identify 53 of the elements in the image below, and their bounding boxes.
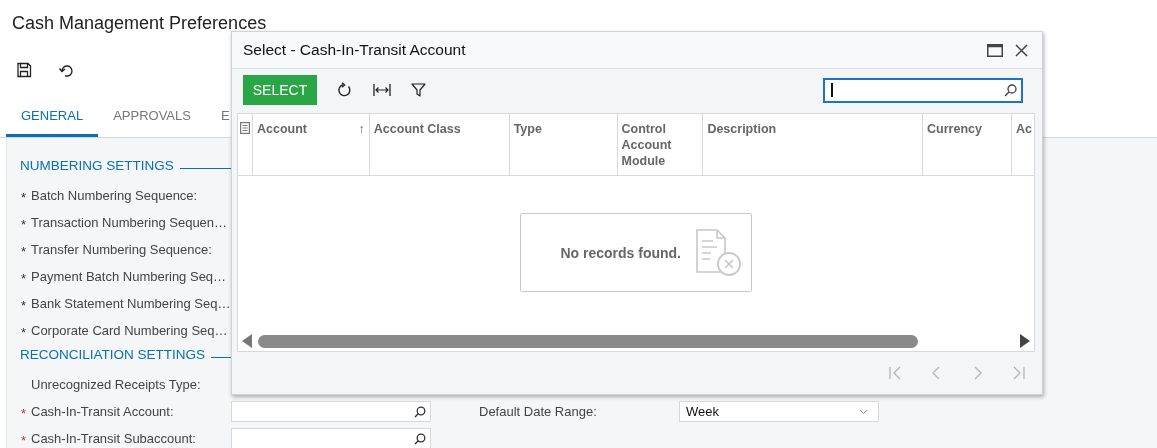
required-marker: * [21,216,28,231]
field-label: Transfer Numbering Sequence: [31,242,212,257]
dropdown-field[interactable]: Week [679,401,879,422]
dialog-title: Select - Cash-In-Transit Account [243,41,466,59]
search-icon [414,432,426,445]
field-label: Default Date Range: [479,404,598,419]
fit-columns-icon[interactable] [373,82,391,98]
scroll-left-icon[interactable] [242,334,252,348]
column-header[interactable]: Ac [1012,114,1034,175]
column-settings-icon[interactable] [240,122,250,134]
scroll-right-icon[interactable] [1020,334,1030,348]
refresh-icon[interactable] [337,82,353,98]
field-label: Transaction Numbering Sequen… [31,215,228,230]
required-marker: * [21,297,28,312]
page-title: Cash Management Preferences [11,12,268,35]
field-label: Unrecognized Receipts Type: [31,377,201,392]
field-label: Batch Numbering Sequence: [31,188,198,203]
required-marker: * [21,405,28,420]
field-label: Payment Batch Numbering Seq… [31,269,227,284]
document-x-icon [695,227,743,278]
lookup-field[interactable] [231,428,431,448]
field-label: Bank Statement Numbering Seq… [31,296,231,311]
chevron-down-icon [859,408,868,415]
filter-icon[interactable] [411,83,426,97]
field-label: Cash-In-Transit Subaccount: [31,431,196,446]
required-marker: * [21,189,28,204]
field-label: Corporate Card Numbering Seq… [31,323,228,338]
sort-arrow: ↑ [358,121,365,137]
column-header[interactable]: Type [509,114,618,175]
close-icon[interactable] [1015,43,1028,57]
column-header[interactable]: Control Account Module [617,114,704,175]
search-icon [1004,83,1017,97]
maximize-icon[interactable] [987,43,1003,57]
search-icon [414,405,426,418]
column-header[interactable]: Account ↑ [253,114,370,175]
section-heading: RECONCILIATION SETTINGS [20,346,206,362]
scrollbar-thumb[interactable] [258,334,918,348]
required-marker: * [21,270,28,285]
column-header[interactable]: Account Class [369,114,510,175]
section-heading: NUMBERING SETTINGS [20,157,174,173]
empty-message: No records found. [560,244,681,261]
column-header[interactable]: Currency [923,114,1012,175]
search-field[interactable] [823,77,1023,103]
undo-icon[interactable] [58,62,74,78]
required-marker: * [21,324,28,339]
field-label: Cash-In-Transit Account: [31,404,174,419]
save-icon[interactable] [16,62,32,78]
column-header[interactable]: Description [703,114,924,175]
required-marker: * [21,432,28,447]
required-marker: * [21,243,28,258]
lookup-field[interactable] [231,401,431,422]
select-button[interactable]: SELECT [243,75,317,105]
tab[interactable]: APPROVALS [98,98,206,137]
